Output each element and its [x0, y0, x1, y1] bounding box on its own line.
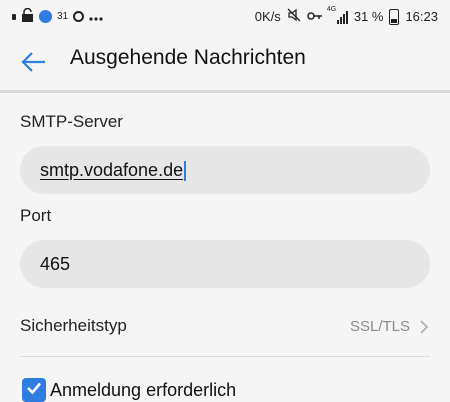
smtp-server-input[interactable]: smtp.vodafone.de [20, 146, 430, 194]
battery-icon [389, 8, 400, 25]
status-right-icons: 0K/s 4G 31 % 16:23 [254, 6, 438, 25]
port-input[interactable]: 465 [20, 240, 430, 288]
chevron-right-icon [418, 318, 430, 336]
auth-required-checkbox[interactable] [22, 378, 46, 402]
port-value: 465 [40, 254, 71, 274]
more-icon [89, 9, 103, 24]
back-button[interactable] [18, 46, 50, 78]
auth-required-label: Anmeldung erforderlich [50, 379, 237, 400]
checkmark-icon [25, 379, 43, 402]
mute-icon [287, 8, 301, 25]
page-title: Ausgehende Nachrichten [70, 46, 306, 69]
notification-dot-icon [12, 13, 16, 20]
globe-icon [39, 10, 52, 23]
smtp-server-value: smtp.vodafone.de [40, 160, 184, 180]
net-speed: 0K/s [254, 9, 281, 24]
security-type-row[interactable]: Sicherheitstyp SSL/TLS [20, 308, 430, 348]
auth-required-row[interactable]: Anmeldung erforderlich [22, 378, 236, 402]
smtp-server-label: SMTP-Server [20, 112, 123, 131]
key-icon [307, 9, 323, 24]
loading-ring-icon [73, 11, 85, 22]
signal-icon: 4G [327, 6, 348, 24]
lock-icon [21, 7, 34, 25]
security-type-value: SSL/TLS [349, 318, 410, 335]
clock: 16:23 [405, 9, 438, 24]
battery-pct: 31 % [353, 9, 384, 24]
arrow-left-icon [18, 52, 50, 82]
status-left-icons: 31 [12, 7, 103, 25]
network-type: 4G [326, 5, 337, 13]
small-battery-pct: 31 [57, 11, 69, 22]
port-label: Port [20, 206, 52, 225]
header: Ausgehende Nachrichten [0, 34, 450, 93]
divider [20, 356, 430, 357]
text-cursor [184, 161, 187, 182]
security-type-label: Sicherheitstyp [20, 316, 127, 335]
status-bar: 31 0K/s 4G 31 % 16:23 [0, 0, 450, 34]
